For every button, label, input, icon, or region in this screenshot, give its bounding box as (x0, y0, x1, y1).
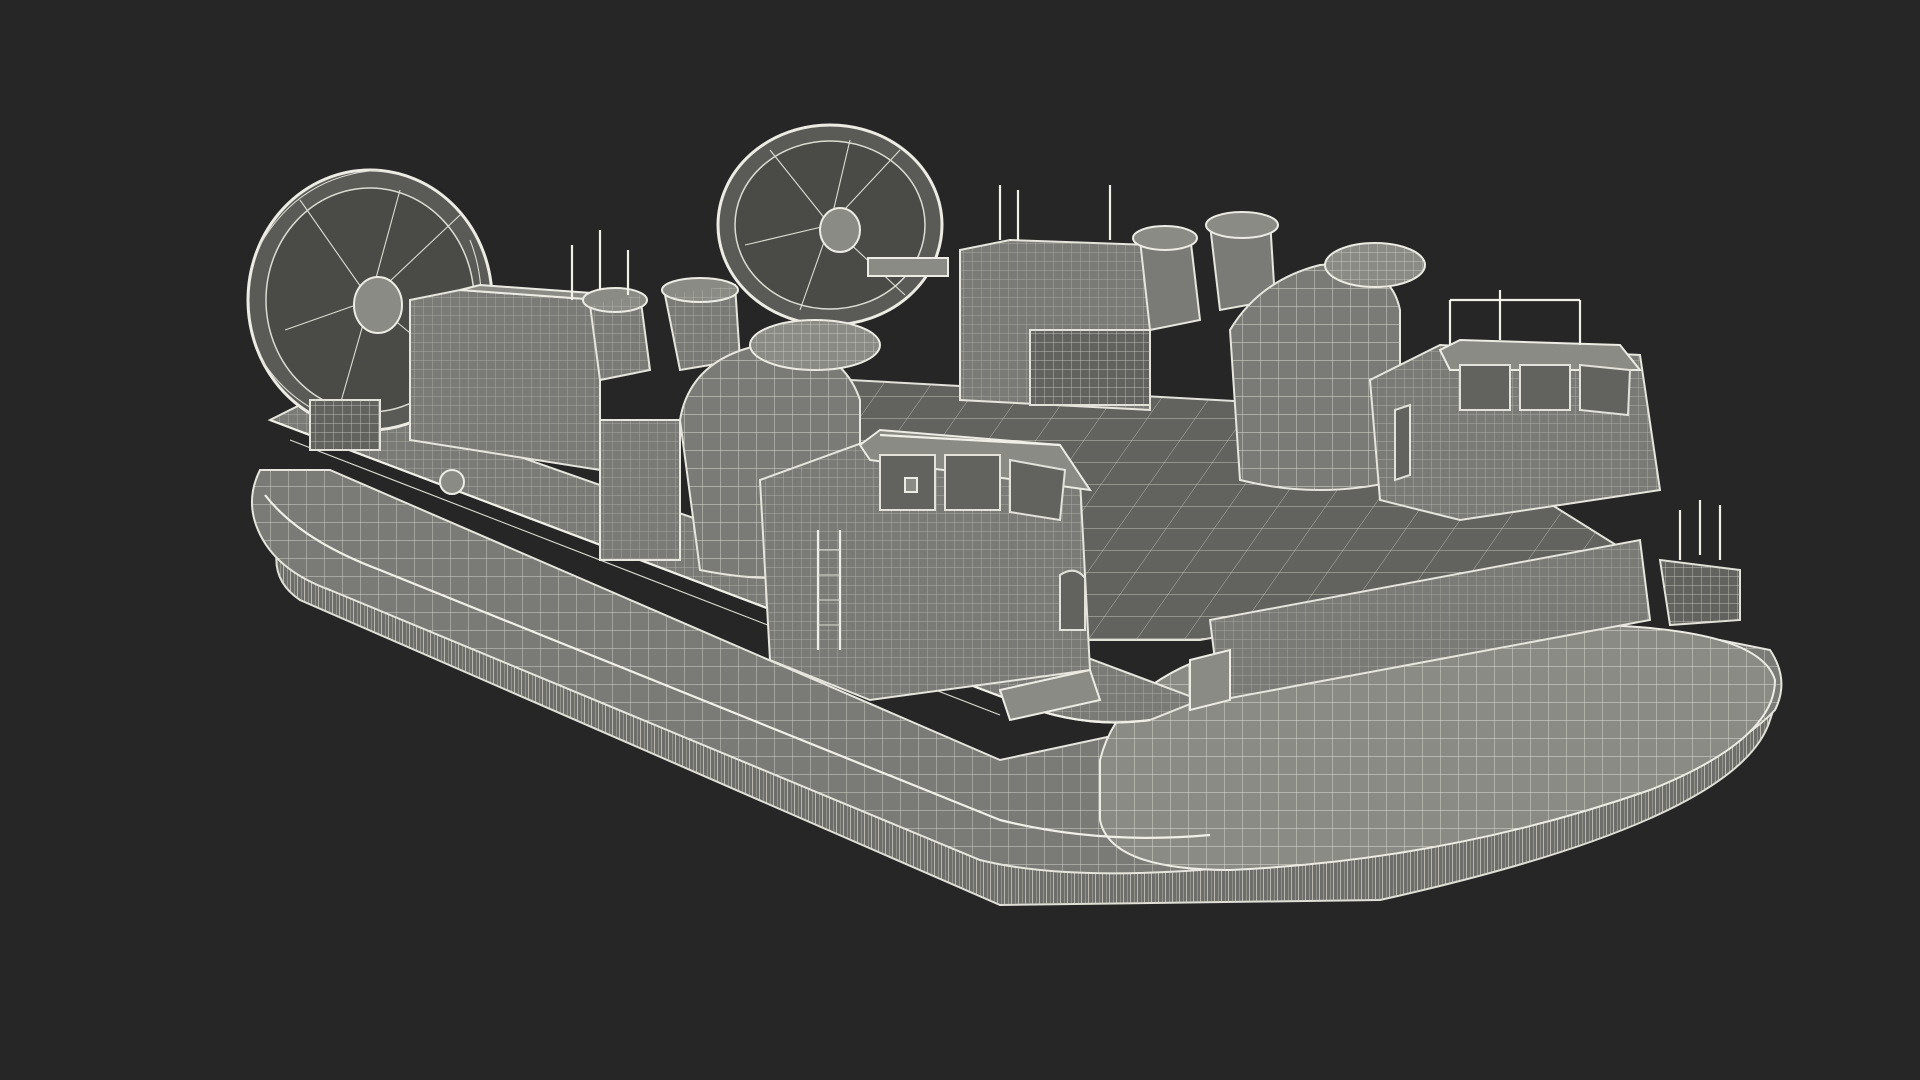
hovercraft-wireframe-render (246, 123, 1783, 907)
starboard-superstructure (959, 185, 1279, 412)
port-control-cabin (758, 428, 1093, 702)
right-propeller-duct (716, 123, 949, 327)
render-viewport (0, 0, 1920, 1080)
